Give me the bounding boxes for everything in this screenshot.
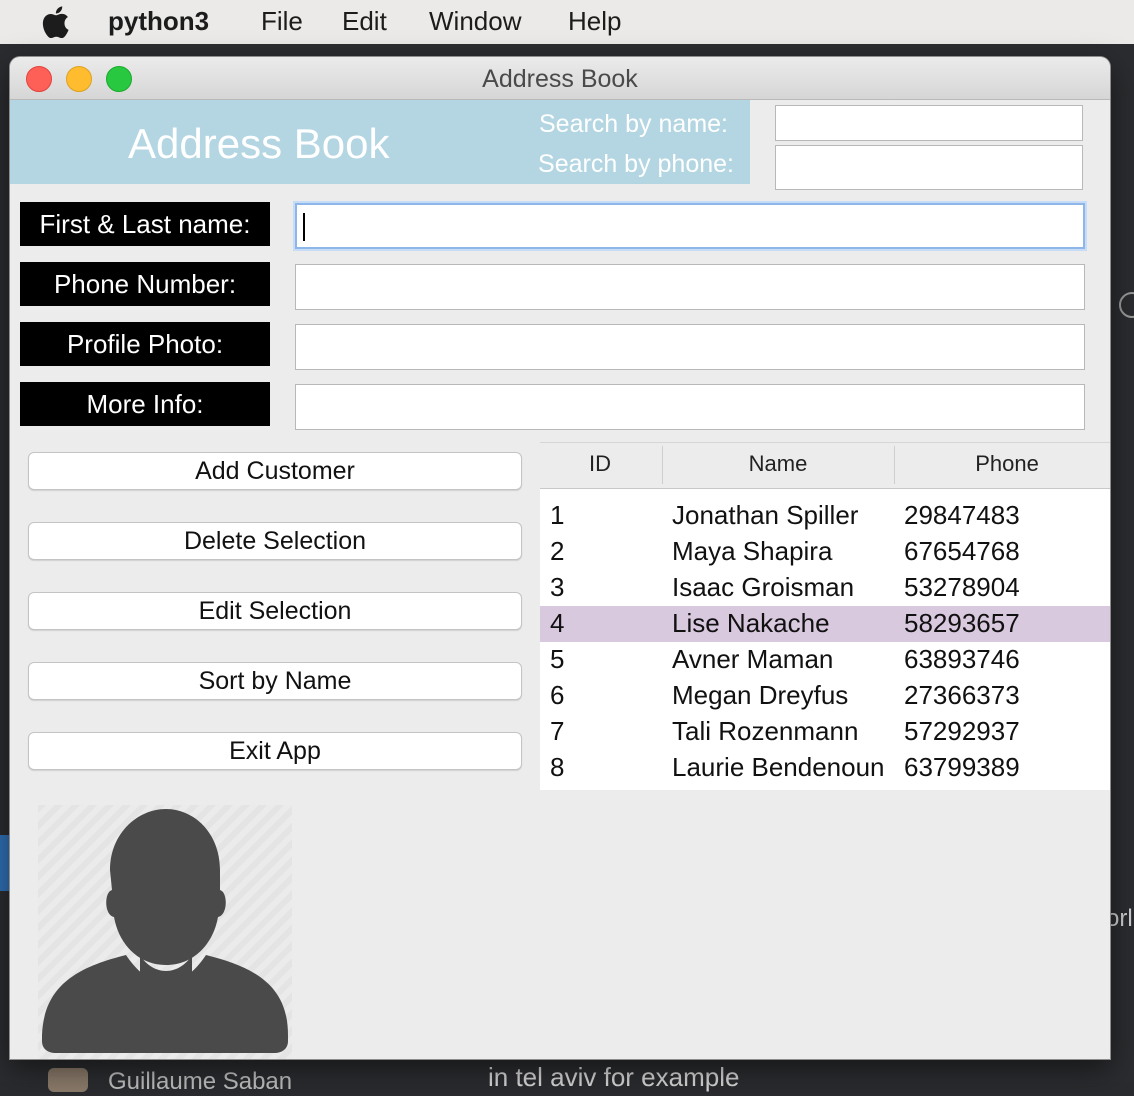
cell-id: 2 <box>550 536 565 566</box>
cell-phone: 53278904 <box>904 572 1020 602</box>
table-row[interactable]: 8 Laurie Bendenoun 63799389 <box>540 750 1110 786</box>
app-title: Address Book <box>128 120 390 167</box>
first-last-name-label: First & Last name: <box>20 202 270 246</box>
menu-help[interactable]: Help <box>568 6 621 37</box>
cell-name: Avner Maman <box>672 644 834 674</box>
column-header-phone[interactable]: Phone <box>896 451 1110 477</box>
exit-app-button[interactable]: Exit App <box>28 732 522 770</box>
background-message-text: in tel aviv for example <box>488 1062 740 1092</box>
apple-logo-icon[interactable] <box>40 6 70 43</box>
table-body: 1 Jonathan Spiller 29847483 2 Maya Shapira 67… <box>540 498 1110 786</box>
cell-name: Maya Shapira <box>672 536 833 566</box>
table-row[interactable]: 7 Tali Rozenmann 57292937 <box>540 714 1110 750</box>
cell-id: 1 <box>550 500 565 530</box>
menu-bar: python3 File Edit Window Help <box>0 0 1134 44</box>
background-blue-bar <box>0 835 10 891</box>
column-header-id[interactable]: ID <box>560 451 640 477</box>
phone-number-input[interactable] <box>295 264 1085 310</box>
cell-id: 8 <box>550 752 565 782</box>
first-last-name-input[interactable] <box>295 203 1085 249</box>
column-divider[interactable] <box>662 446 663 484</box>
table-header: ID Name Phone <box>540 442 1110 489</box>
add-customer-button[interactable]: Add Customer <box>28 452 522 490</box>
menu-window[interactable]: Window <box>429 6 521 37</box>
cell-id: 7 <box>550 716 565 746</box>
search-by-phone-input[interactable] <box>775 145 1083 190</box>
text-cursor <box>303 213 305 241</box>
background-avatar <box>48 1068 88 1092</box>
sort-by-name-button[interactable]: Sort by Name <box>28 662 522 700</box>
column-header-name[interactable]: Name <box>664 451 892 477</box>
more-info-input[interactable] <box>295 384 1085 430</box>
cell-name: Lise Nakache <box>672 608 830 638</box>
delete-selection-button[interactable]: Delete Selection <box>28 522 522 560</box>
cell-phone: 58293657 <box>904 608 1020 638</box>
cell-phone: 67654768 <box>904 536 1020 566</box>
menu-edit[interactable]: Edit <box>342 6 387 37</box>
cell-name: Tali Rozenmann <box>672 716 859 746</box>
table-row[interactable]: 3 Isaac Groisman 53278904 <box>540 570 1110 606</box>
cell-id: 5 <box>550 644 565 674</box>
table-row[interactable]: 2 Maya Shapira 67654768 <box>540 534 1110 570</box>
table-row[interactable]: 4 Lise Nakache 58293657 <box>540 606 1110 642</box>
cell-id: 4 <box>550 608 565 638</box>
profile-photo-label: Profile Photo: <box>20 322 270 366</box>
app-header: Address Book Search by name: Search by p… <box>10 100 750 184</box>
cell-phone: 27366373 <box>904 680 1020 710</box>
search-by-name-input[interactable] <box>775 105 1083 141</box>
edit-selection-button[interactable]: Edit Selection <box>28 592 522 630</box>
table-row[interactable]: 1 Jonathan Spiller 29847483 <box>540 498 1110 534</box>
cell-name: Laurie Bendenoun <box>672 752 885 782</box>
column-divider[interactable] <box>894 446 895 484</box>
cell-name: Isaac Groisman <box>672 572 855 602</box>
profile-photo-input[interactable] <box>295 324 1085 370</box>
window-title: Address Book <box>482 65 638 93</box>
menu-file[interactable]: File <box>261 6 303 37</box>
cell-phone: 63799389 <box>904 752 1020 782</box>
cell-phone: 63893746 <box>904 644 1020 674</box>
menu-app-name[interactable]: python3 <box>108 6 209 37</box>
search-by-name-label: Search by name: <box>539 110 728 138</box>
background-user-name: Guillaume Saban <box>108 1068 293 1095</box>
cell-name: Megan Dreyfus <box>672 680 849 710</box>
cell-id: 6 <box>550 680 565 710</box>
default-user-silhouette-icon <box>42 809 288 1053</box>
phone-number-label: Phone Number: <box>20 262 270 306</box>
table-row[interactable]: 6 Megan Dreyfus 27366373 <box>540 678 1110 714</box>
table-row[interactable]: 5 Avner Maman 63893746 <box>540 642 1110 678</box>
more-info-label: More Info: <box>20 382 270 426</box>
background-text-fragment: orl <box>1106 905 1133 932</box>
cell-phone: 29847483 <box>904 500 1020 530</box>
search-by-phone-label: Search by phone: <box>538 150 734 178</box>
customers-table[interactable]: ID Name Phone 1 Jonathan Spiller 29847483 2… <box>540 442 1110 790</box>
title-bar[interactable]: Address Book <box>10 57 1110 100</box>
cell-phone: 57292937 <box>904 716 1020 746</box>
cell-name: Jonathan Spiller <box>672 500 859 530</box>
address-book-window: Address Book Address Book Search by name… <box>10 57 1110 1059</box>
profile-photo <box>38 805 292 1059</box>
cell-id: 3 <box>550 572 565 602</box>
